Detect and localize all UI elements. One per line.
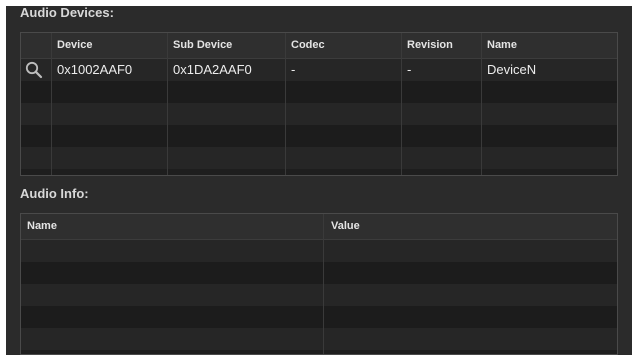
audio-info-header: Name Value [21, 214, 617, 240]
cell-sub-device: 0x1DA2AAF0 [173, 62, 252, 77]
cell-revision: - [407, 62, 412, 77]
table-row-empty [21, 262, 617, 284]
cell-codec: - [291, 62, 296, 77]
audio-devices-table: Device Sub Device Codec Revision Name 0x… [20, 32, 618, 176]
column-header-sub-device[interactable]: Sub Device [173, 33, 232, 58]
column-divider [323, 214, 324, 354]
audio-info-title: Audio Info: [20, 186, 89, 201]
column-divider [401, 33, 402, 175]
column-header-name[interactable]: Name [27, 214, 57, 239]
column-header-codec[interactable]: Codec [291, 33, 325, 58]
column-header-revision[interactable]: Revision [407, 33, 453, 58]
table-row-empty [21, 284, 617, 306]
column-divider [481, 33, 482, 175]
column-divider [51, 33, 52, 175]
column-header-device[interactable]: Device [57, 33, 92, 58]
table-row-empty [21, 306, 617, 328]
audio-info-table: Name Value [20, 213, 618, 355]
table-row-empty [21, 240, 617, 262]
table-row-empty [21, 328, 617, 350]
audio-devices-header: Device Sub Device Codec Revision Name [21, 33, 617, 59]
table-row[interactable]: 0x1002AAF0 0x1DA2AAF0 - - DeviceN [21, 59, 617, 81]
table-row-empty [21, 103, 617, 125]
column-divider [167, 33, 168, 175]
audio-panel: Audio Devices: Device Sub Device Codec R… [6, 5, 632, 355]
table-row-empty [21, 147, 617, 169]
table-row-empty [21, 125, 617, 147]
column-divider [285, 33, 286, 175]
column-header-name[interactable]: Name [487, 33, 517, 58]
cell-name: DeviceN [487, 62, 537, 77]
magnifier-icon [25, 61, 43, 79]
column-header-value[interactable]: Value [331, 214, 360, 239]
audio-devices-title: Audio Devices: [20, 5, 114, 20]
table-row-empty [21, 81, 617, 103]
cell-device: 0x1002AAF0 [57, 62, 133, 77]
